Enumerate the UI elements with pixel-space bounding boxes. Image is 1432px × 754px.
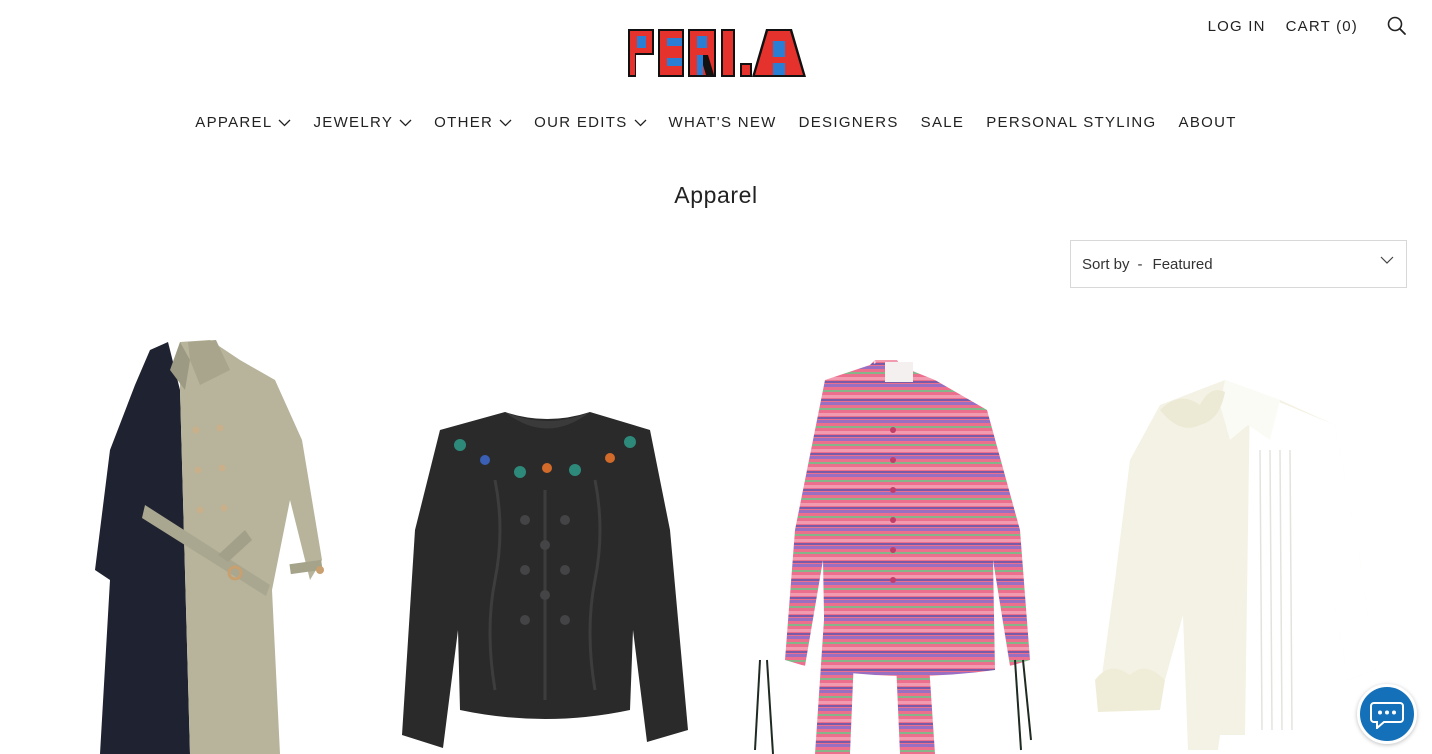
- product-card[interactable]: [1070, 330, 1407, 754]
- nav-item-label: ABOUT: [1178, 114, 1237, 131]
- logo[interactable]: [626, 27, 808, 79]
- nav-item-sale[interactable]: SALE: [910, 114, 976, 131]
- login-link[interactable]: LOG IN: [1208, 18, 1266, 35]
- cart-link[interactable]: CART (0): [1286, 18, 1358, 35]
- nav-item-about[interactable]: ABOUT: [1168, 114, 1248, 131]
- main-nav: APPAREL JEWELRY OTHER OUR EDITS WHAT'S N…: [0, 114, 1432, 131]
- black-sweater-image: [402, 412, 688, 748]
- sort-select[interactable]: Sort by - Featured: [1070, 240, 1407, 288]
- nav-item-apparel[interactable]: APPAREL: [184, 114, 302, 131]
- nav-item-label: OUR EDITS: [534, 114, 628, 131]
- sort-separator: -: [1137, 255, 1143, 273]
- nav-item-label: APPAREL: [195, 114, 273, 131]
- nav-item-whats-new[interactable]: WHAT'S NEW: [658, 114, 788, 131]
- nav-item-other[interactable]: OTHER: [423, 114, 523, 131]
- nav-item-label: JEWELRY: [313, 114, 394, 131]
- chat-icon: [1370, 702, 1404, 729]
- nav-item-label: OTHER: [434, 114, 494, 131]
- page-title: Apparel: [674, 182, 758, 208]
- product-card[interactable]: [725, 330, 1055, 754]
- chevron-down-icon: [634, 119, 646, 126]
- trench-coat-image: [95, 340, 324, 754]
- chevron-down-icon: [499, 119, 512, 126]
- nav-item-our-edits[interactable]: OUR EDITS: [523, 114, 657, 131]
- nav-item-label: WHAT'S NEW: [668, 114, 777, 131]
- sort-label: Sort by: [1082, 255, 1130, 273]
- nav-item-designers[interactable]: DESIGNERS: [788, 114, 910, 131]
- chevron-down-icon: [1380, 256, 1394, 264]
- product-card[interactable]: [385, 330, 705, 754]
- nav-item-jewelry[interactable]: JEWELRY: [302, 114, 423, 131]
- nav-item-personal-styling[interactable]: PERSONAL STYLING: [975, 114, 1167, 131]
- chevron-down-icon: [279, 119, 291, 126]
- search-icon[interactable]: [1386, 15, 1408, 37]
- chat-button[interactable]: [1357, 684, 1417, 744]
- product-card[interactable]: [40, 330, 370, 754]
- pink-striped-shirt-image: [754, 360, 1032, 754]
- sort-value: Featured: [1152, 255, 1213, 273]
- nav-item-label: DESIGNERS: [798, 114, 899, 131]
- header-actions: LOG IN CART (0): [1208, 15, 1408, 37]
- nav-item-label: PERSONAL STYLING: [986, 114, 1157, 131]
- nav-item-label: SALE: [920, 114, 965, 131]
- white-ruffle-shirt-image: [1095, 380, 1375, 750]
- chevron-down-icon: [399, 119, 412, 126]
